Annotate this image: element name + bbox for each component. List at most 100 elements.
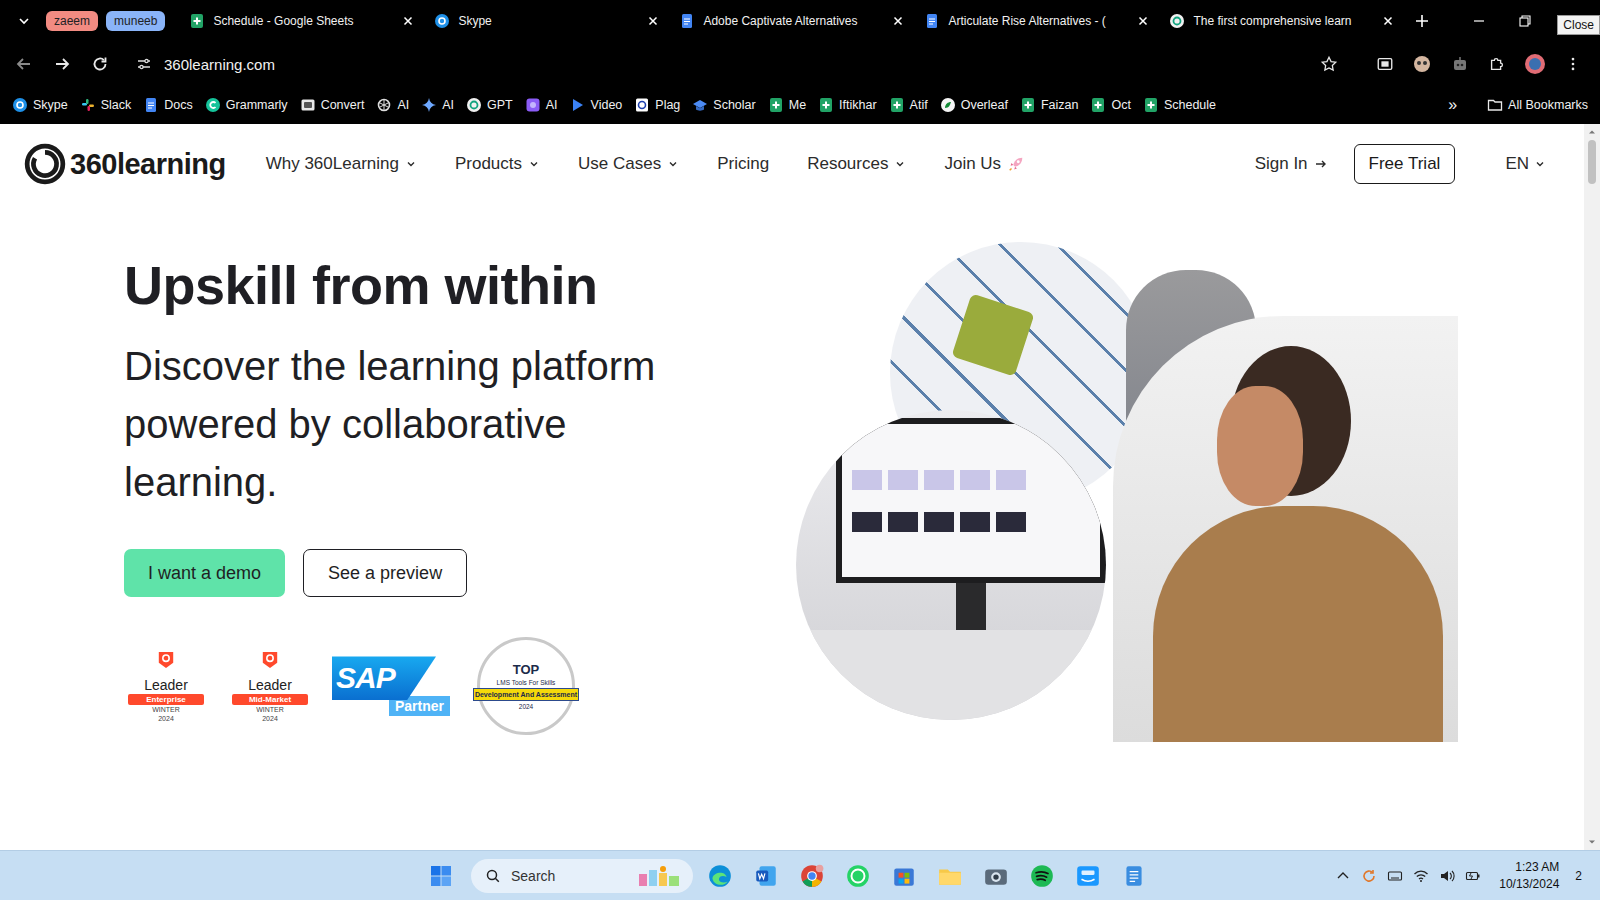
chevron-up-icon[interactable] xyxy=(1335,868,1351,884)
main-nav: Why 360Learning Products Use Cases Prici… xyxy=(266,154,1025,174)
bookmark[interactable]: Plag xyxy=(634,97,680,113)
taskbar-app[interactable] xyxy=(885,857,923,895)
browser-tab[interactable]: Adobe Captivate Alternatives xyxy=(669,4,914,38)
scroll-thumb[interactable] xyxy=(1588,140,1596,184)
bookmark[interactable]: Video xyxy=(570,97,623,113)
taskbar-search[interactable]: Search xyxy=(471,859,693,893)
gpt-icon xyxy=(1169,13,1185,29)
nav-item[interactable]: Resources xyxy=(807,154,906,174)
bookmark[interactable]: AI xyxy=(525,97,558,113)
browser-tab[interactable]: Schedule - Google Sheets xyxy=(179,4,424,38)
robot-extension-icon[interactable] xyxy=(1450,54,1470,74)
forward-arrow-icon[interactable] xyxy=(52,54,72,74)
secondary-button[interactable]: See a preview xyxy=(303,549,467,597)
screen-icon[interactable] xyxy=(1376,55,1394,73)
keyboard-icon[interactable] xyxy=(1387,868,1403,884)
volume-icon[interactable] xyxy=(1439,868,1455,884)
bookmark[interactable]: Faizan xyxy=(1020,97,1079,113)
nav-item[interactable]: Products xyxy=(455,154,540,174)
bookmark[interactable]: Overleaf xyxy=(940,97,1008,113)
more-bookmarks-button[interactable]: » xyxy=(1448,96,1457,114)
plus-icon xyxy=(1415,14,1429,28)
chevron-down-icon xyxy=(1534,158,1546,170)
tab-group-chip[interactable]: zaeem xyxy=(46,11,98,31)
nav-item[interactable]: Use Cases xyxy=(578,154,679,174)
nav-item[interactable]: Join Us xyxy=(944,154,1025,174)
taskbar-app[interactable] xyxy=(931,857,969,895)
scholar-icon xyxy=(692,97,708,113)
bookmark[interactable]: Oct xyxy=(1090,97,1130,113)
bookmark[interactable]: Atif xyxy=(889,97,928,113)
bookmark[interactable]: Convert xyxy=(300,97,365,113)
notification-count[interactable]: 2 xyxy=(1575,869,1582,883)
restore-icon[interactable] xyxy=(1518,14,1532,28)
taskbar-app[interactable] xyxy=(1115,857,1153,895)
bookmark[interactable]: GPT xyxy=(466,97,513,113)
battery-icon[interactable] xyxy=(1465,868,1481,884)
bookmark[interactable]: Iftikhar xyxy=(818,97,877,113)
language-selector[interactable]: EN xyxy=(1505,154,1546,174)
nav-item[interactable]: Why 360Learning xyxy=(266,154,417,174)
bookmark[interactable]: AI xyxy=(376,97,409,113)
new-tab-button[interactable] xyxy=(1408,7,1436,35)
sap-partner-badge: SAP Partner xyxy=(332,656,450,716)
bookmark[interactable]: Schedule xyxy=(1143,97,1216,113)
taskbar-app[interactable] xyxy=(1069,857,1107,895)
prime-icon xyxy=(1075,863,1101,889)
sign-in-link[interactable]: Sign In xyxy=(1255,154,1328,174)
nav-label: Use Cases xyxy=(578,154,661,174)
toolbar: 360learning.com xyxy=(0,42,1600,86)
sync-icon[interactable] xyxy=(1361,868,1377,884)
bookmark[interactable]: Grammarly xyxy=(205,97,288,113)
address-text[interactable]: 360learning.com xyxy=(164,56,275,73)
reload-icon[interactable] xyxy=(90,54,110,74)
puzzle-icon[interactable] xyxy=(1488,55,1506,73)
taskbar-app[interactable] xyxy=(977,857,1015,895)
docs-icon xyxy=(679,13,695,29)
site-settings-icon[interactable] xyxy=(136,56,152,72)
bookmark[interactable]: Scholar xyxy=(692,97,755,113)
bookmark[interactable]: AI xyxy=(421,97,454,113)
bookmark[interactable]: Docs xyxy=(143,97,192,113)
convert-icon xyxy=(300,97,316,113)
close-icon[interactable] xyxy=(1382,15,1394,27)
tab-search-button[interactable] xyxy=(12,9,36,33)
logo[interactable]: 360learning xyxy=(24,143,226,185)
browser-tab[interactable]: Skype xyxy=(424,4,669,38)
scroll-down-icon[interactable] xyxy=(1587,837,1597,847)
taskbar-app[interactable] xyxy=(701,857,739,895)
close-icon[interactable] xyxy=(1137,15,1149,27)
address-bar[interactable]: 360learning.com xyxy=(128,55,1358,73)
bookmark-label: AI xyxy=(546,98,558,112)
scroll-up-icon[interactable] xyxy=(1587,127,1597,137)
sheets-icon xyxy=(189,13,205,29)
scrollbar[interactable] xyxy=(1584,124,1600,850)
back-arrow-icon[interactable] xyxy=(14,54,34,74)
extension-icon[interactable] xyxy=(1412,54,1432,74)
taskbar-app[interactable] xyxy=(839,857,877,895)
taskbar-app[interactable] xyxy=(1023,857,1061,895)
hero: Upskill from within Discover the learnin… xyxy=(0,204,1584,742)
bookmark[interactable]: Slack xyxy=(80,97,132,113)
wifi-icon[interactable] xyxy=(1413,868,1429,884)
close-icon[interactable] xyxy=(402,15,414,27)
bookmark[interactable]: Skype xyxy=(12,97,68,113)
profile-avatar-icon[interactable] xyxy=(1524,53,1546,75)
windows-start-icon[interactable] xyxy=(429,864,453,888)
primary-button[interactable]: I want a demo xyxy=(124,549,285,597)
taskbar-app[interactable] xyxy=(747,857,785,895)
close-icon[interactable] xyxy=(892,15,904,27)
nav-item[interactable]: Pricing xyxy=(717,154,769,174)
close-icon[interactable] xyxy=(647,15,659,27)
all-bookmarks[interactable]: All Bookmarks xyxy=(1487,97,1588,113)
clock[interactable]: 1:23 AM 10/13/2024 xyxy=(1499,859,1559,891)
tab-group-chip[interactable]: muneeb xyxy=(106,11,165,31)
free-trial-button[interactable]: Free Trial xyxy=(1354,144,1456,184)
browser-tab[interactable]: The first comprehensive learn xyxy=(1159,4,1404,38)
kebab-menu-icon[interactable] xyxy=(1564,55,1582,73)
taskbar-app[interactable] xyxy=(793,857,831,895)
bookmark-star-icon[interactable] xyxy=(1320,55,1338,73)
browser-tab[interactable]: Articulate Rise Alternatives - ( xyxy=(914,4,1159,38)
minimize-icon[interactable] xyxy=(1472,14,1486,28)
bookmark[interactable]: Me xyxy=(768,97,806,113)
